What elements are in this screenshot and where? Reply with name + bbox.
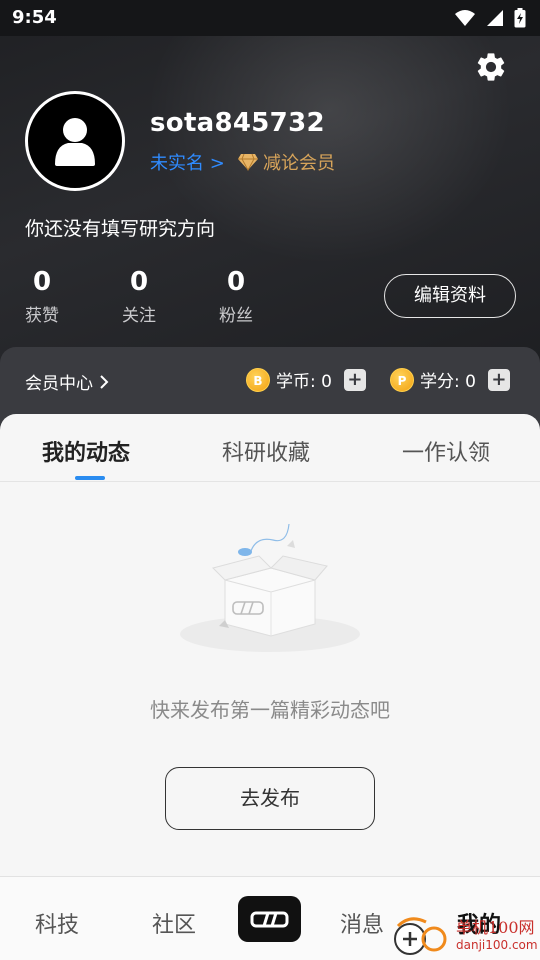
empty-message: 快来发布第一篇精彩动态吧 [150, 698, 390, 722]
stat-label: 关注 [122, 306, 156, 326]
research-direction[interactable]: 你还没有填写研究方向 [25, 214, 215, 241]
publish-button[interactable]: 去发布 [165, 767, 375, 830]
tab-bar: 我的动态 科研收藏 一作认领 [0, 414, 540, 482]
xuebi-label: 学币: 0 [276, 372, 332, 392]
stat-likes[interactable]: 0 获赞 [12, 267, 72, 326]
tab-indicator [75, 476, 105, 480]
stat-value: 0 [32, 267, 52, 297]
status-bar: 9:54 [0, 0, 540, 36]
stat-followers[interactable]: 0 粉丝 [206, 267, 266, 326]
status-icons [454, 8, 526, 28]
battery-charging-icon [514, 8, 526, 28]
coin-icon: B [246, 367, 270, 392]
add-xuefen-button[interactable]: + [487, 368, 510, 391]
stat-label: 获赞 [25, 306, 59, 326]
gear-icon [477, 53, 505, 81]
username: sota845732 [150, 108, 325, 138]
verify-identity-link[interactable]: 未实名 > [150, 149, 225, 175]
profile-screen: 9:54 sota845732 未实名 > 减论会员 你还没有填写研究方向 0 … [0, 0, 540, 960]
app-logo-icon [250, 911, 289, 928]
status-time: 9:54 [12, 7, 57, 28]
nav-messages[interactable]: 消息 [340, 907, 384, 939]
nav-community[interactable]: 社区 [152, 907, 196, 939]
stat-following[interactable]: 0 关注 [109, 267, 169, 326]
tab-research-favorites[interactable]: 科研收藏 [222, 435, 310, 467]
watermark-title: 单机100网 [456, 918, 535, 937]
settings-button[interactable] [474, 50, 508, 84]
nav-home-logo[interactable] [238, 896, 301, 942]
signal-icon [487, 10, 503, 26]
chevron-right-icon [100, 374, 109, 389]
wifi-icon [455, 10, 475, 26]
user-avatar-icon [55, 118, 95, 166]
watermark-url: danji100.com [456, 938, 538, 952]
xuefen-balance: P 学分: 0 + [390, 367, 510, 392]
site-watermark: 单机100网 danji100.com [390, 912, 540, 960]
tab-first-author-claim[interactable]: 一作认领 [402, 435, 490, 467]
add-xuebi-button[interactable]: + [343, 368, 366, 391]
nav-tech[interactable]: 科技 [35, 907, 79, 939]
member-center-link[interactable]: 会员中心 [25, 369, 109, 394]
avatar[interactable] [25, 91, 125, 191]
xuefen-label: 学分: 0 [420, 372, 476, 392]
empty-box-icon [180, 523, 360, 652]
stat-value: 0 [226, 267, 246, 297]
member-label: 减论会员 [263, 153, 335, 174]
tab-my-posts[interactable]: 我的动态 [42, 435, 130, 467]
xuebi-balance: B 学币: 0 + [246, 367, 366, 392]
member-center-label: 会员中心 [25, 374, 93, 394]
coin-icon: P [390, 367, 414, 392]
watermark-logo-icon [394, 917, 447, 955]
stat-value: 0 [129, 267, 149, 297]
member-tag[interactable]: 减论会员 [237, 149, 335, 175]
content-card: 我的动态 科研收藏 一作认领 快来发布第一篇精彩动态吧 去发布 [0, 414, 540, 876]
edit-profile-button[interactable]: 编辑资料 [384, 274, 516, 318]
stat-label: 粉丝 [219, 306, 253, 326]
diamond-icon [238, 153, 258, 171]
